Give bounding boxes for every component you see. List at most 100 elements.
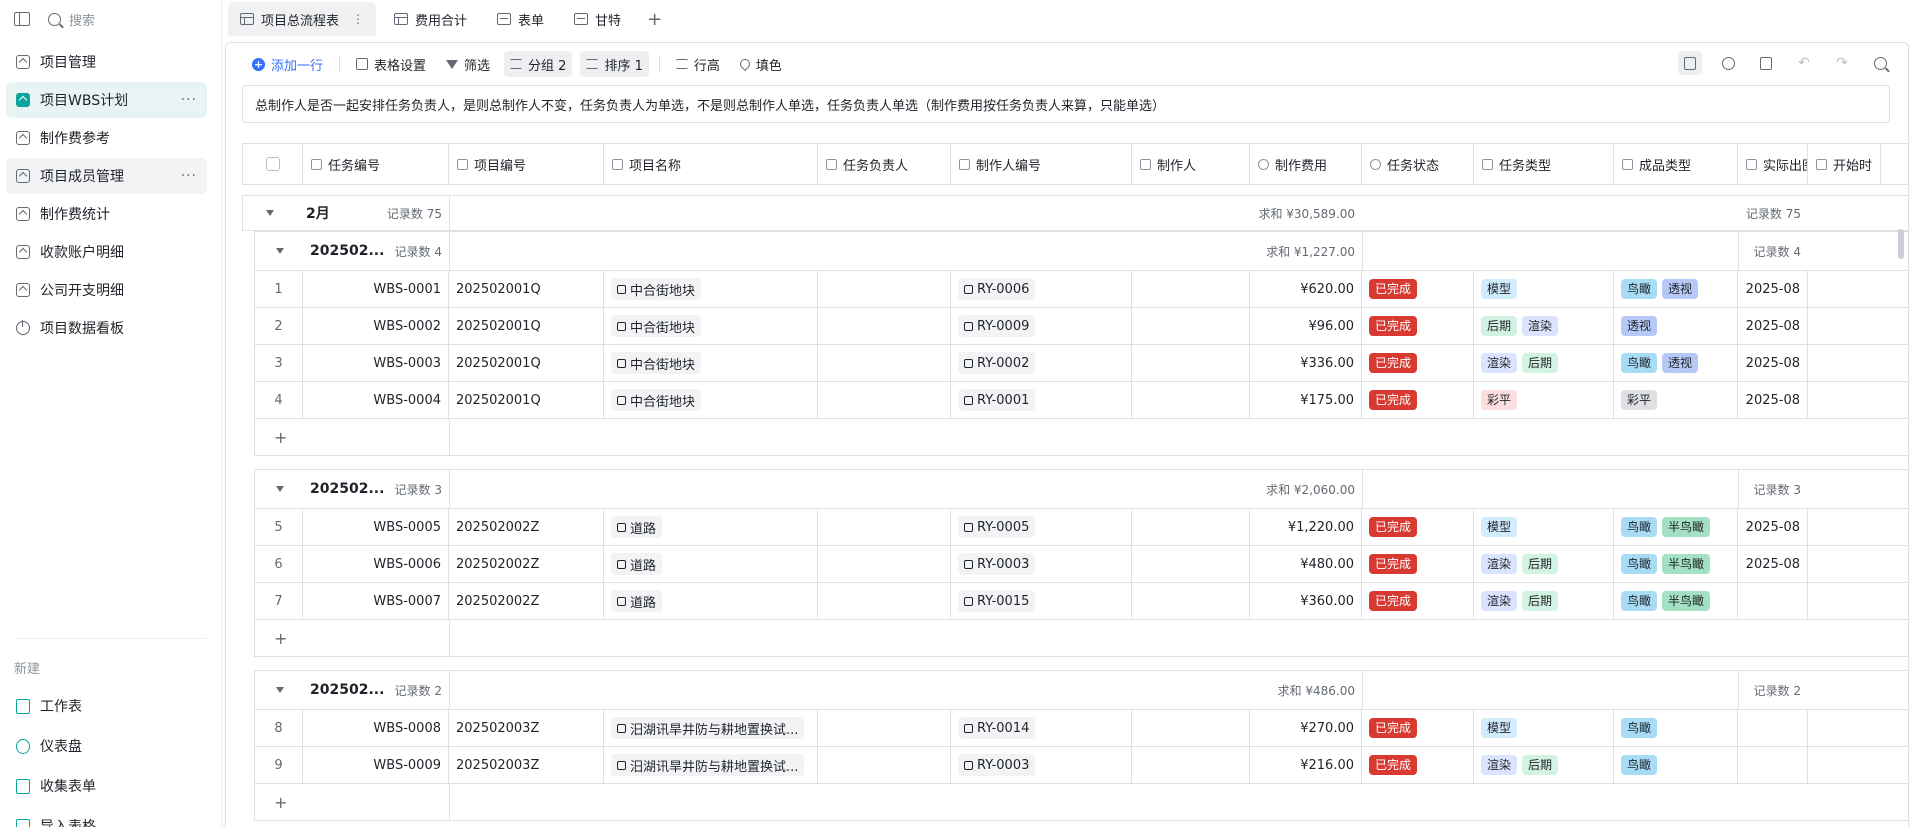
task-type-cell[interactable]: 渲染 后期: [1474, 747, 1614, 783]
project-name-link[interactable]: 道路: [611, 553, 663, 575]
subgroup-toggle[interactable]: [269, 671, 289, 709]
start-date-cell[interactable]: 2025-08: [1738, 546, 1808, 582]
redo-button[interactable]: ↷: [1830, 51, 1854, 75]
task-type-cell[interactable]: 模型: [1474, 509, 1614, 545]
sidebar-item[interactable]: 项目WBS计划 ···: [6, 82, 207, 118]
maker-id-cell[interactable]: RY-0014: [951, 710, 1132, 746]
undo-button[interactable]: ↶: [1792, 51, 1816, 75]
history-button[interactable]: [1716, 51, 1740, 75]
column-header[interactable]: 项目名称: [604, 144, 818, 184]
fee-cell[interactable]: ¥175.00: [1250, 382, 1362, 418]
maker-id-link[interactable]: RY-0014: [958, 717, 1036, 739]
subgroup-toggle[interactable]: [269, 470, 289, 508]
table-row[interactable]: 6 WBS-0006 202502002Z 道路 RY-0003 ¥480.00 已完成 渲染…: [254, 546, 1908, 583]
add-row-button[interactable]: +: [267, 419, 297, 455]
column-header[interactable]: 制作费用: [1250, 144, 1362, 184]
tab-menu-icon[interactable]: ⋮: [352, 12, 364, 26]
new-item[interactable]: 收集表单: [6, 768, 207, 804]
column-header[interactable]: 实际出图量: [1738, 144, 1808, 184]
view-tab[interactable]: 甘特: [562, 2, 633, 36]
task-owner-cell[interactable]: [818, 710, 951, 746]
column-header[interactable]: 开始时: [1808, 144, 1882, 184]
task-owner-cell[interactable]: [818, 509, 951, 545]
project-name-link[interactable]: 中合街地块: [611, 315, 702, 337]
maker-id-link[interactable]: RY-0002: [958, 352, 1036, 374]
project-name-cell[interactable]: 中合街地块: [604, 271, 818, 307]
fee-cell[interactable]: ¥270.00: [1250, 710, 1362, 746]
table-row[interactable]: 9 WBS-0009 202502003Z 汨湖讯旱井防与耕地置换试... RY-000…: [254, 747, 1908, 784]
sidebar-item[interactable]: 项目数据看板: [6, 310, 207, 346]
status-cell[interactable]: 已完成: [1362, 509, 1474, 545]
new-item[interactable]: 工作表: [6, 688, 207, 724]
start-date-cell[interactable]: 2025-08: [1738, 271, 1808, 307]
product-type-cell[interactable]: 鸟瞰 透视: [1614, 345, 1738, 381]
project-id-cell[interactable]: 202502002Z: [449, 546, 604, 582]
start-date-cell[interactable]: 2025-08: [1738, 345, 1808, 381]
column-header[interactable]: 项目编号: [449, 144, 604, 184]
status-cell[interactable]: 已完成: [1362, 345, 1474, 381]
maker-id-link[interactable]: RY-0009: [958, 315, 1036, 337]
project-id-cell[interactable]: 202502001Q: [449, 271, 604, 307]
search-box[interactable]: 搜索: [48, 10, 95, 29]
add-view-icon[interactable]: +: [647, 9, 662, 30]
task-id-cell[interactable]: WBS-0001: [303, 271, 449, 307]
start-date-cell[interactable]: [1738, 710, 1808, 746]
column-header[interactable]: 任务负责人: [818, 144, 951, 184]
maker-id-cell[interactable]: RY-0006: [951, 271, 1132, 307]
fee-cell[interactable]: ¥336.00: [1250, 345, 1362, 381]
more-icon[interactable]: ···: [181, 168, 197, 184]
maker-id-cell[interactable]: RY-0009: [951, 308, 1132, 344]
project-name-cell[interactable]: 汨湖讯旱井防与耕地置换试...: [604, 747, 818, 783]
sidebar-item[interactable]: 项目管理: [6, 44, 207, 80]
product-type-cell[interactable]: 彩平: [1614, 382, 1738, 418]
table-row[interactable]: 7 WBS-0007 202502002Z 道路 RY-0015 ¥360.00 已完成 渲染…: [254, 583, 1908, 620]
sidebar-item[interactable]: 制作费参考: [6, 120, 207, 156]
fill-color-button[interactable]: 填色: [734, 51, 788, 77]
start-date-cell[interactable]: 2025-08: [1738, 382, 1808, 418]
task-owner-cell[interactable]: [818, 345, 951, 381]
project-name-cell[interactable]: 道路: [604, 509, 818, 545]
maker-id-cell[interactable]: RY-0015: [951, 583, 1132, 619]
maker-cell[interactable]: [1132, 308, 1250, 344]
add-row-button[interactable]: +: [267, 784, 297, 820]
project-name-cell[interactable]: 中合街地块: [604, 382, 818, 418]
sidebar-toggle-icon[interactable]: [14, 12, 30, 26]
fee-cell[interactable]: ¥360.00: [1250, 583, 1362, 619]
view-tab[interactable]: 项目总流程表 ⋮: [228, 2, 377, 36]
product-type-cell[interactable]: 鸟瞰: [1614, 710, 1738, 746]
maker-id-link[interactable]: RY-0001: [958, 389, 1036, 411]
project-name-link[interactable]: 汨湖讯旱井防与耕地置换试...: [611, 754, 805, 776]
task-id-cell[interactable]: WBS-0008: [303, 710, 449, 746]
start-date-cell[interactable]: 2025-08: [1738, 308, 1808, 344]
project-name-link[interactable]: 中合街地块: [611, 352, 702, 374]
product-type-cell[interactable]: 鸟瞰 半鸟瞰: [1614, 546, 1738, 582]
more-icon[interactable]: ···: [181, 92, 197, 108]
status-cell[interactable]: 已完成: [1362, 747, 1474, 783]
maker-id-cell[interactable]: RY-0003: [951, 546, 1132, 582]
row-index[interactable]: 6: [255, 546, 303, 582]
project-name-cell[interactable]: 道路: [604, 583, 818, 619]
project-name-link[interactable]: 中合街地块: [611, 278, 702, 300]
task-owner-cell[interactable]: [818, 583, 951, 619]
product-type-cell[interactable]: 透视: [1614, 308, 1738, 344]
group-toggle[interactable]: [259, 196, 279, 230]
fee-cell[interactable]: ¥1,220.00: [1250, 509, 1362, 545]
task-type-cell[interactable]: 彩平: [1474, 382, 1614, 418]
task-owner-cell[interactable]: [818, 382, 951, 418]
maker-cell[interactable]: [1132, 583, 1250, 619]
fee-cell[interactable]: ¥216.00: [1250, 747, 1362, 783]
sidebar-item[interactable]: 制作费统计: [6, 196, 207, 232]
project-name-link[interactable]: 汨湖讯旱井防与耕地置换试...: [611, 717, 805, 739]
task-owner-cell[interactable]: [818, 747, 951, 783]
start-date-cell[interactable]: [1738, 583, 1808, 619]
task-type-cell[interactable]: 模型: [1474, 271, 1614, 307]
status-cell[interactable]: 已完成: [1362, 271, 1474, 307]
view-tab[interactable]: 费用合计: [382, 2, 479, 36]
maker-cell[interactable]: [1132, 345, 1250, 381]
maker-id-cell[interactable]: RY-0003: [951, 747, 1132, 783]
fee-cell[interactable]: ¥96.00: [1250, 308, 1362, 344]
task-type-cell[interactable]: 后期 渲染: [1474, 308, 1614, 344]
table-row[interactable]: 4 WBS-0004 202502001Q 中合街地块 RY-0001 ¥175.00 已完…: [254, 382, 1908, 419]
project-id-cell[interactable]: 202502003Z: [449, 747, 604, 783]
maker-id-cell[interactable]: RY-0001: [951, 382, 1132, 418]
